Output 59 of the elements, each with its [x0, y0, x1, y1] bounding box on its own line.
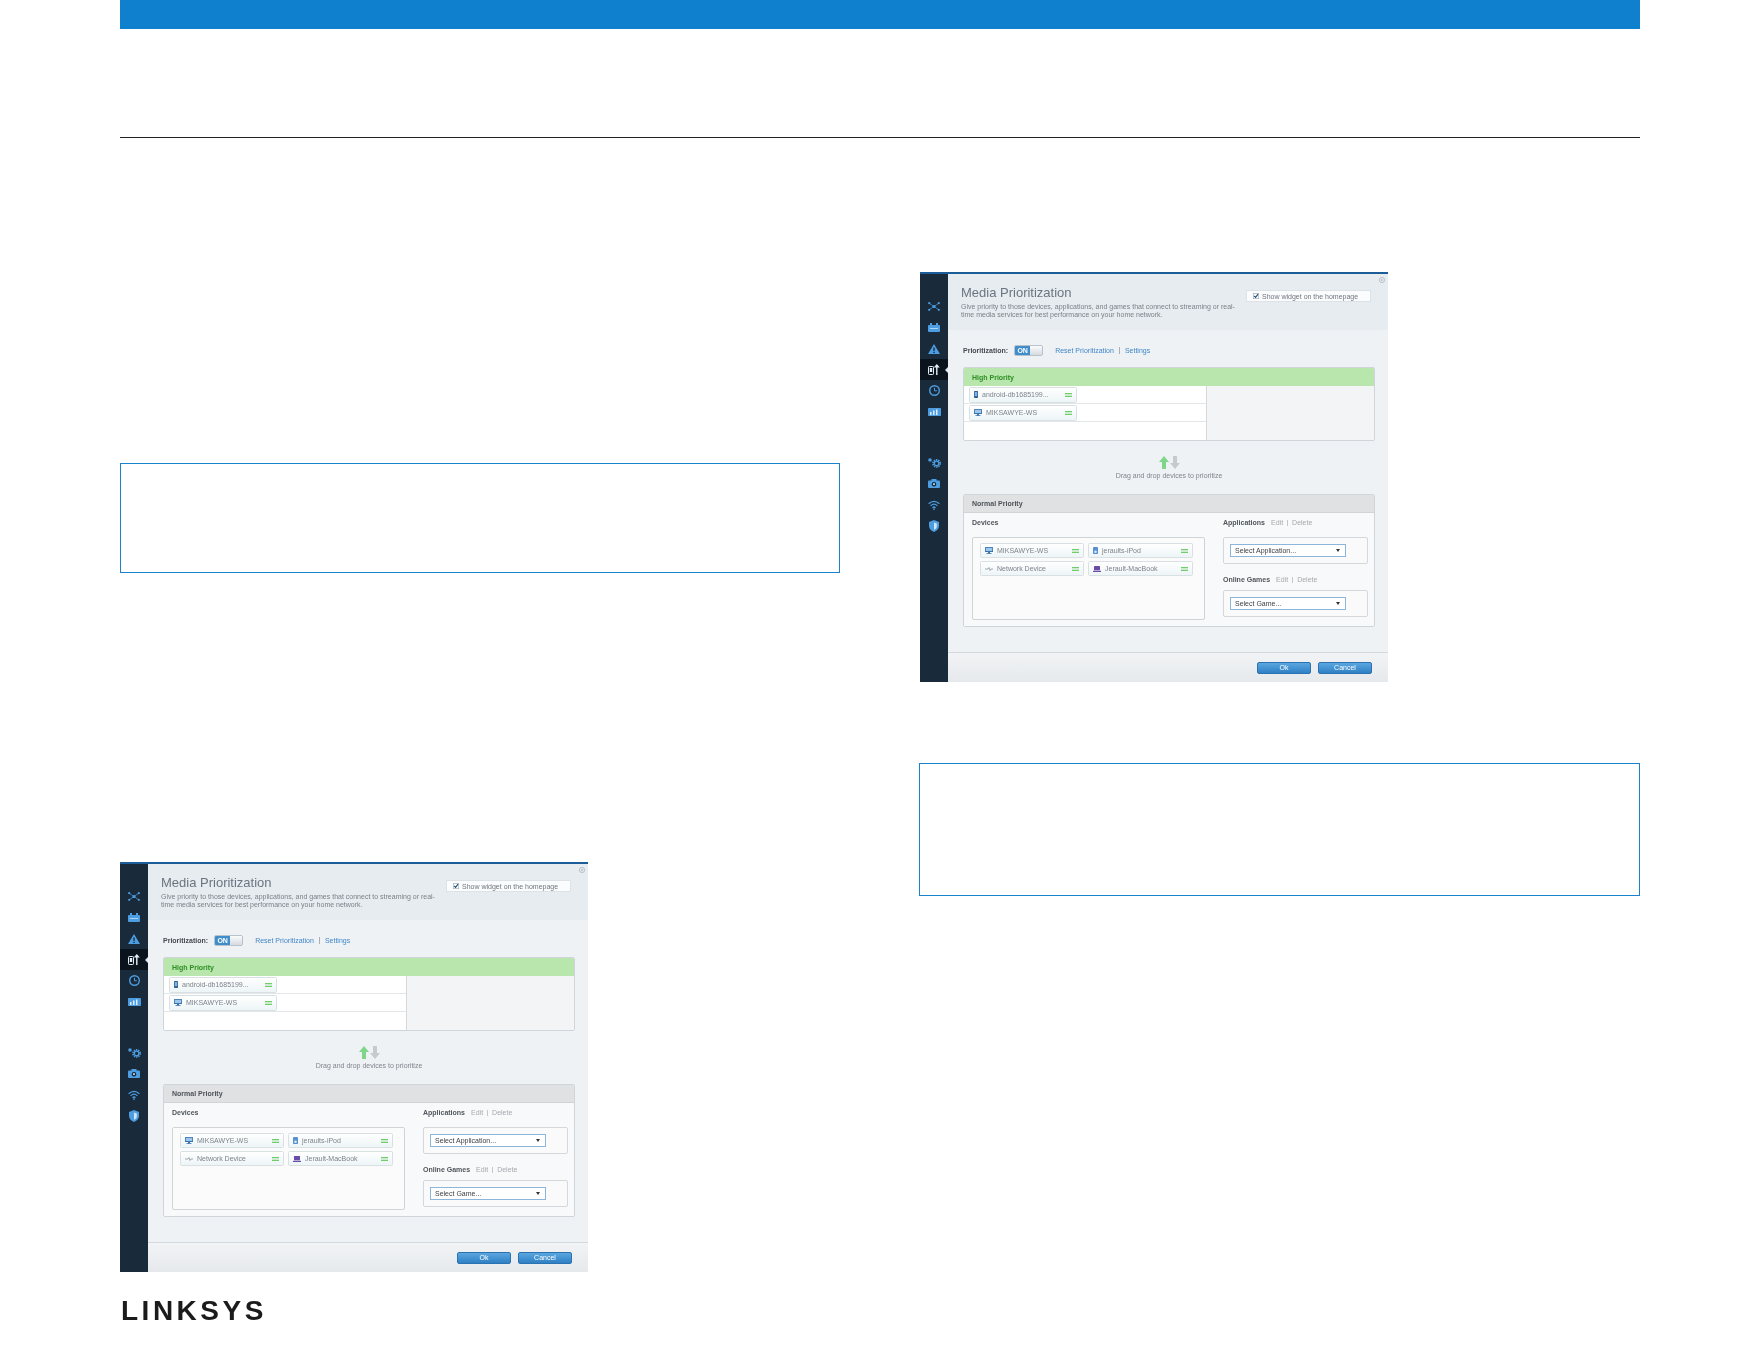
phone-icon [174, 981, 178, 988]
laptop-icon [293, 1155, 301, 1162]
shield-icon [929, 519, 939, 532]
computer-icon [185, 1137, 193, 1144]
warning-icon [128, 933, 140, 944]
device-arrow-icon [928, 364, 940, 375]
wifi-icon [128, 1089, 140, 1100]
chart-icon [127, 997, 141, 1006]
drag-handle-icon[interactable] [1181, 566, 1188, 571]
laptop-icon [1093, 565, 1101, 572]
drag-handle-icon[interactable] [381, 1138, 388, 1143]
wifi-icon [928, 499, 940, 510]
computer-icon [974, 409, 982, 416]
clock-icon [128, 975, 140, 986]
warning-icon [928, 343, 940, 354]
phone-icon [974, 391, 978, 398]
sidebar-item[interactable] [120, 949, 148, 970]
dropdown-arrow-icon [1336, 602, 1340, 605]
media-player-icon [293, 1137, 298, 1144]
shield-icon [129, 1109, 139, 1122]
page-title: Media Prioritization [961, 286, 1073, 300]
logo: LINKSYS [121, 1297, 267, 1325]
up-arrow-icon [1158, 456, 1169, 469]
up-arrow-icon [358, 1046, 369, 1059]
gear-icon [127, 1047, 141, 1058]
drag-handle-icon[interactable] [272, 1156, 279, 1161]
gear-icon [927, 457, 941, 468]
checkbox[interactable] [453, 883, 459, 889]
camera-icon [928, 479, 940, 488]
clock-icon [928, 385, 940, 396]
pulse-icon [185, 1156, 193, 1161]
dropdown-arrow-icon [536, 1192, 540, 1195]
drag-handle-icon[interactable] [1072, 566, 1079, 571]
pulse-icon [985, 566, 993, 571]
dropdown-arrow-icon [1336, 549, 1340, 552]
drag-handle-icon[interactable] [381, 1156, 388, 1161]
router-icon [128, 913, 140, 922]
network-icon [928, 302, 940, 311]
chart-icon [927, 407, 941, 416]
device-arrow-icon [128, 954, 140, 965]
sidebar-item[interactable] [920, 359, 948, 380]
drag-handle-icon[interactable] [265, 982, 272, 987]
drag-handle-icon[interactable] [272, 1138, 279, 1143]
dropdown-arrow-icon [536, 1139, 540, 1142]
drag-handle-icon[interactable] [1072, 548, 1079, 553]
down-arrow-icon [1169, 456, 1180, 469]
camera-icon [128, 1069, 140, 1078]
media-player-icon [1093, 547, 1098, 554]
computer-icon [985, 547, 993, 554]
computer-icon [174, 999, 182, 1006]
drag-handle-icon[interactable] [265, 1000, 272, 1005]
drag-handle-icon[interactable] [1065, 392, 1072, 397]
router-icon [928, 323, 940, 332]
page-title: Media Prioritization [161, 876, 273, 890]
network-icon [128, 892, 140, 901]
drag-handle-icon[interactable] [1065, 410, 1072, 415]
drag-handle-icon[interactable] [1181, 548, 1188, 553]
down-arrow-icon [369, 1046, 380, 1059]
checkbox[interactable] [1253, 293, 1259, 299]
